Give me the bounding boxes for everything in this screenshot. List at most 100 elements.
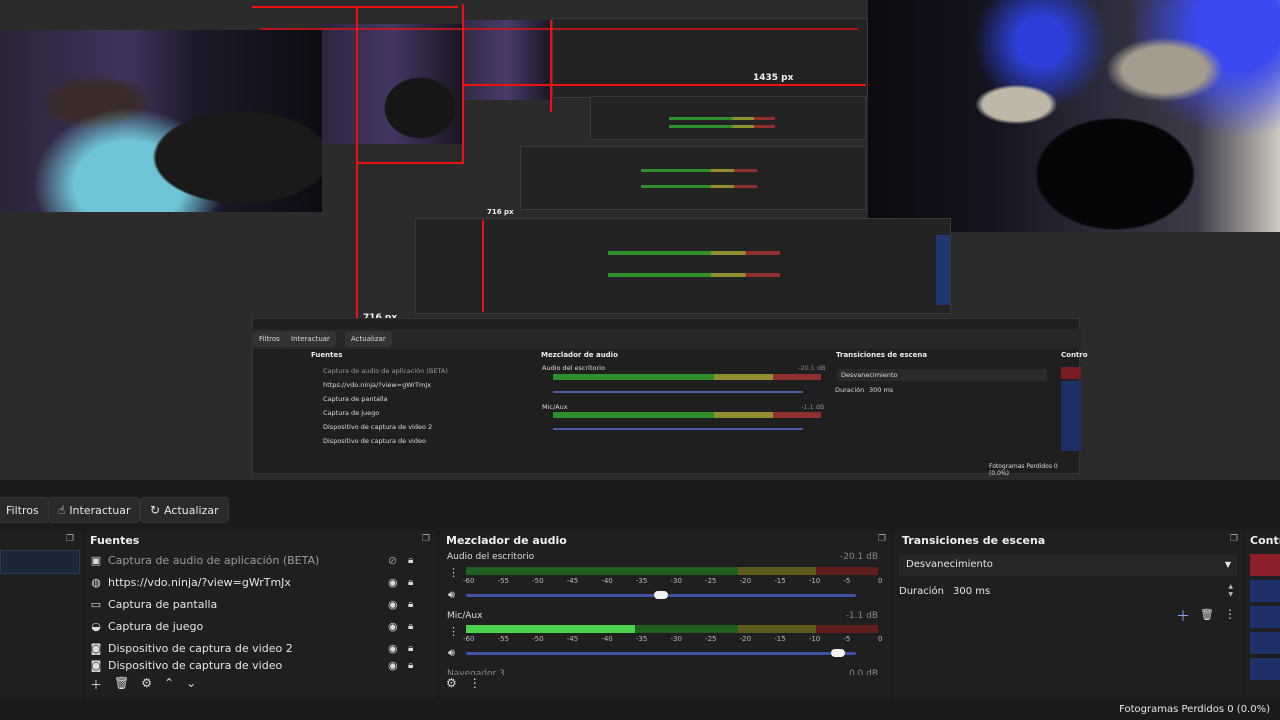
add-icon[interactable]: ＋ [90,676,102,696]
lock-icon[interactable]: 🔒︎ [408,550,413,572]
undock-icon[interactable]: ❐ [422,534,430,544]
undock-icon[interactable]: ❐ [1230,534,1238,544]
audio-app-icon: ▣ [90,554,102,567]
volume-slider[interactable] [466,649,856,657]
interact-button-label: Interactuar [69,503,131,517]
recursive-preview-1 [415,218,951,314]
channel-name: Audio del escritorio [447,552,535,562]
guide-line [252,6,458,8]
speaker-icon[interactable]: 🔊︎ [448,588,455,602]
channel-db: -20.1 dB [839,552,878,562]
refresh-icon: ↻ [150,503,161,517]
webcam-feed-girl-echo-small [462,20,552,100]
meter-scale: -60 -55 -50 -45 -40 -35 -30 -25 -20 -15 -10 -5 0 [463,633,883,645]
filters-button[interactable]: Filtros [0,497,49,523]
gear-icon[interactable]: ⚙ [141,676,152,696]
nested-transitions-title: Transiciones de escena [836,351,928,359]
preview-canvas[interactable]: 1435 px 716 px 716 px Filtros Interactua… [0,0,1280,480]
volume-slider[interactable] [466,591,856,599]
eye-icon[interactable]: ◉ [388,616,398,638]
add-transition-icon[interactable]: ＋ [1176,606,1190,626]
nested-interact-button: Interactuar [285,331,336,347]
kebab-menu-icon[interactable]: ⋮ [469,676,481,696]
nested-source-row: https://vdo.ninja/?view=gWrTmJx [323,381,432,389]
webcam-feed-girl [0,30,322,212]
trash-icon[interactable]: 🗑︎ [114,676,129,696]
gear-icon[interactable]: ⚙ [446,676,457,696]
control-button[interactable] [1250,658,1280,680]
transition-select[interactable]: Desvanecimiento ▼ [899,554,1237,576]
volume-slider-handle[interactable] [654,591,668,599]
speaker-icon[interactable]: 🔊︎ [448,646,455,660]
measure-label: 1435 px [753,73,794,83]
chevron-down-icon[interactable]: ⌄ [186,676,196,696]
lock-icon[interactable]: 🔒︎ [408,594,413,616]
channel-db: -1.1 dB [845,611,878,621]
refresh-button[interactable]: ↻ Actualizar [140,497,229,523]
globe-icon: ◍ [91,576,101,589]
mixer-title: Mezclador de audio [446,534,567,547]
scale-tick-label: -35 [635,635,648,643]
spinner-icon[interactable]: ▲ ▼ [1228,583,1233,599]
source-toolbar: Filtros ☝ Interactuar ↻ Actualizar [0,496,1280,526]
source-label: Captura de juego [108,620,204,633]
sources-footer: ＋ 🗑︎ ⚙ ⌃ ⌄ [90,676,196,696]
mixer-footer: ⚙ ⋮ [446,676,481,696]
kebab-menu-icon[interactable]: ⋮ [448,566,459,579]
eye-slash-icon[interactable]: ⊘ [388,550,397,572]
nested-dropped-frames: Fotogramas Perdidos 0 (0.0%) [989,463,1058,477]
scale-tick-label: -30 [670,577,682,585]
source-item[interactable]: ◒ Captura de juego ◉ 🔒︎ [88,616,418,638]
filters-button-label: Filtros [6,503,39,517]
undock-icon[interactable]: ❐ [66,534,74,544]
source-item[interactable]: ▣ Captura de audio de aplicación (BETA) … [88,550,418,572]
eye-icon[interactable]: ◉ [388,594,398,616]
lock-icon[interactable]: 🔒︎ [408,572,413,594]
source-item[interactable]: ◙ Dispositivo de captura de video ◉ 🔒︎ [88,660,418,672]
control-button[interactable] [1250,632,1280,654]
duration-input[interactable]: 300 ms ▲ ▼ [946,581,1237,603]
kebab-menu-icon[interactable]: ⋮ [1224,607,1236,621]
recursive-preview-2 [520,146,866,210]
nested-mic: Mic/Aux [542,403,568,411]
control-button[interactable] [1250,580,1280,602]
lock-icon[interactable]: 🔒︎ [408,616,413,638]
nested-control-cell [1061,367,1081,379]
camera-icon: ◙ [90,660,102,672]
kebab-menu-icon[interactable]: ⋮ [448,625,459,638]
control-button[interactable] [1250,606,1280,628]
nested-refresh-button: Actualizar [345,331,392,347]
source-item[interactable]: ◍ https://vdo.ninja/?view=gWrTmJx ◉ 🔒︎ [88,572,418,594]
undock-icon[interactable]: ❐ [878,534,886,544]
volume-slider-handle[interactable] [830,649,845,657]
scale-tick-label: -50 [532,577,544,585]
eye-icon[interactable]: ◉ [388,660,398,672]
channel-db: 0.0 dB [848,669,878,675]
interact-button[interactable]: ☝ Interactuar [48,497,141,523]
source-item[interactable]: ◙ Dispositivo de captura de video 2 ◉ 🔒︎ [88,638,418,660]
scale-tick-label: -15 [774,635,786,643]
eye-icon[interactable]: ◉ [388,572,398,594]
eye-icon[interactable]: ◉ [388,638,398,660]
lock-icon[interactable]: 🔒︎ [408,638,413,660]
source-label: Dispositivo de captura de video [108,660,283,672]
source-item[interactable]: ▭ Captura de pantalla ◉ 🔒︎ [88,594,418,616]
nested-mic-db: -1.1 dB [801,403,825,411]
dropdown-arrow-icon: ▼ [1224,560,1231,569]
start-streaming-button[interactable] [1250,554,1280,576]
scale-tick-label: -35 [635,577,648,585]
nested-desktop-audio: Audio del escritorio [542,364,605,372]
lock-icon[interactable]: 🔒︎ [408,660,413,672]
guide-line [482,220,484,312]
scale-tick-label: -50 [532,635,544,643]
scale-tick-label: -25 [705,635,717,643]
chevron-up-icon[interactable]: ⌃ [164,676,174,696]
scene-item-selected[interactable] [0,550,80,574]
scale-tick-label: -5 [843,577,851,585]
trash-icon[interactable]: 🗑︎ [1200,608,1214,621]
nested-source-row: Captura de audio de aplicación (BETA) [323,367,448,375]
scale-tick-label: -15 [774,577,786,585]
nested-filters-button: Filtros [253,331,286,347]
scale-tick-label: -60 [463,577,475,585]
webcam-feed-man [868,0,1280,232]
